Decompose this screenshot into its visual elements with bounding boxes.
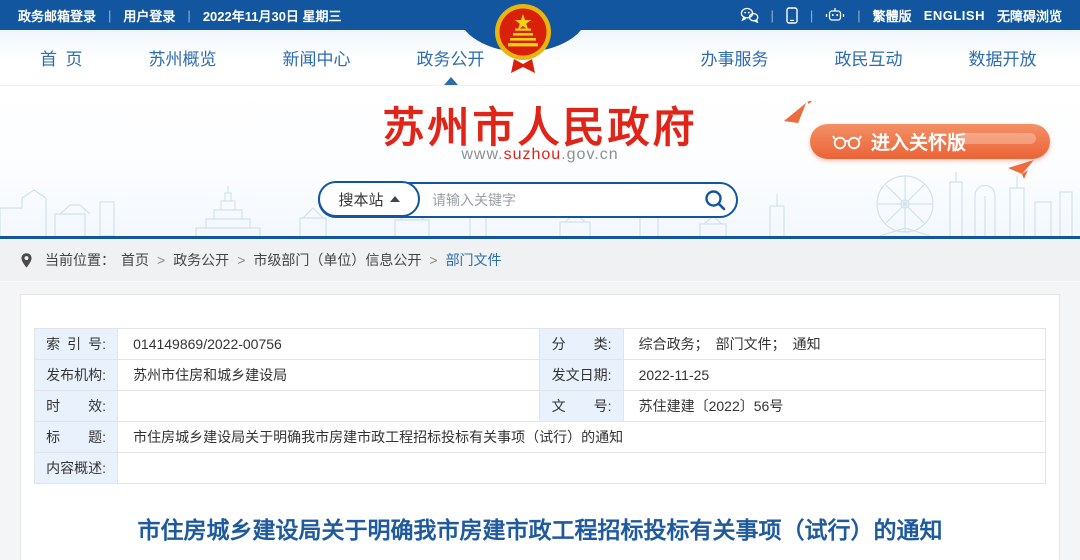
nav-item-news[interactable]: 新闻中心 <box>283 45 351 70</box>
breadcrumb-separator: > <box>157 252 165 268</box>
url-suffix: .gov.cn <box>561 146 618 163</box>
breadcrumb-separator: > <box>429 252 437 268</box>
table-row: 内容概述: <box>35 453 1046 484</box>
site-banner: 苏州市人民政府 www.suzhou.gov.cn 搜本站 <box>0 86 1080 239</box>
topbar-separator: | <box>187 8 190 23</box>
location-pin-icon <box>20 252 33 269</box>
nav-item-label: 政务公开 <box>417 50 485 69</box>
document-card: 索 引 号: 014149869/2022-00756 分 类: 综合政务； 部… <box>20 294 1060 560</box>
table-row: 标 题: 市住房城乡建设局关于明确我市房建市政工程招标投标有关事项（试行）的通知 <box>35 422 1046 453</box>
care-version-button[interactable]: 进入关怀版 <box>810 124 1050 159</box>
url-prefix: www. <box>461 146 503 163</box>
index-number-label: 索 引 号: <box>35 329 118 360</box>
title-label: 标 题: <box>35 422 118 453</box>
doc-number-value: 苏住建建〔2022〕56号 <box>623 391 1045 422</box>
english-version-link[interactable]: ENGLISH <box>924 8 985 23</box>
breadcrumb-label: 当前位置： <box>45 250 115 270</box>
nav-item-gov-affairs[interactable]: 政务公开 <box>417 45 485 70</box>
accessibility-link[interactable]: 无障碍浏览 <box>997 6 1062 25</box>
paper-plane-decoration-icon <box>1002 158 1036 180</box>
glasses-icon <box>832 133 862 150</box>
breadcrumb: 当前位置： 首页 > 政务公开 > 市级部门（单位）信息公开 > 部门文件 <box>0 239 1080 282</box>
table-row: 索 引 号: 014149869/2022-00756 分 类: 综合政务； 部… <box>35 329 1046 360</box>
title-value: 市住房城乡建设局关于明确我市房建市政工程招标投标有关事项（试行）的通知 <box>118 422 1046 453</box>
user-login-link[interactable]: 用户登录 <box>123 6 175 25</box>
effective-period-label: 时 效: <box>35 391 118 422</box>
category-value: 综合政务； 部门文件； 通知 <box>623 329 1045 360</box>
nav-item-open-data[interactable]: 数据开放 <box>969 45 1037 70</box>
breadcrumb-dept-info[interactable]: 市级部门（单位）信息公开 <box>253 250 421 270</box>
effective-period-value <box>118 391 540 422</box>
document-meta-table: 索 引 号: 014149869/2022-00756 分 类: 综合政务； 部… <box>34 328 1046 484</box>
issuing-agency-label: 发布机构: <box>35 360 118 391</box>
issue-date-value: 2022-11-25 <box>623 360 1045 391</box>
breadcrumb-home[interactable]: 首页 <box>121 250 149 270</box>
summary-label: 内容概述: <box>35 453 118 484</box>
topbar-right-group: | | | 繁體版 ENGLISH 无障碍浏览 <box>740 6 1063 25</box>
mobile-icon[interactable] <box>786 7 798 24</box>
topbar-separator: | <box>108 8 111 23</box>
search-button[interactable] <box>703 188 727 212</box>
topbar-separator: | <box>810 8 813 23</box>
topbar-left-group: 政务邮箱登录 | 用户登录 | 2022年11月30日 星期三 <box>18 6 342 25</box>
nav-item-home[interactable]: 首 页 <box>40 45 83 70</box>
mail-login-link[interactable]: 政务邮箱登录 <box>18 6 96 25</box>
search-input[interactable] <box>420 192 703 208</box>
table-row: 时 效: 文 号: 苏住建建〔2022〕56号 <box>35 391 1046 422</box>
site-header: 政务邮箱登录 | 用户登录 | 2022年11月30日 星期三 | | <box>0 0 1080 239</box>
table-row: 发布机构: 苏州市住房和城乡建设局 发文日期: 2022-11-25 <box>35 360 1046 391</box>
article-title: 市住房城乡建设局关于明确我市房建市政工程招标投标有关事项（试行）的通知 <box>34 511 1046 545</box>
summary-value <box>118 453 1046 484</box>
paper-plane-decoration-icon <box>782 101 812 127</box>
care-version-label: 进入关怀版 <box>871 128 966 155</box>
breadcrumb-dept-documents[interactable]: 部门文件 <box>446 250 502 270</box>
wechat-icon[interactable] <box>740 7 759 23</box>
doc-number-label: 文 号: <box>540 391 623 422</box>
index-number-value: 014149869/2022-00756 <box>118 329 540 360</box>
breadcrumb-gov-affairs[interactable]: 政务公开 <box>173 250 229 270</box>
breadcrumb-separator: > <box>237 252 245 268</box>
nav-item-overview[interactable]: 苏州概览 <box>149 45 217 70</box>
category-label: 分 类: <box>540 329 623 360</box>
nav-item-interaction[interactable]: 政民互动 <box>835 45 903 70</box>
robot-icon[interactable] <box>825 7 845 23</box>
traditional-version-link[interactable]: 繁體版 <box>873 6 912 25</box>
caret-up-icon <box>390 196 400 202</box>
page-content: 索 引 号: 014149869/2022-00756 分 类: 综合政务； 部… <box>0 282 1080 560</box>
issue-date-label: 发文日期: <box>540 360 623 391</box>
active-nav-caret-icon <box>444 77 458 85</box>
site-search: 搜本站 <box>318 182 738 218</box>
topbar-separator: | <box>771 8 774 23</box>
nav-item-services[interactable]: 办事服务 <box>701 45 769 70</box>
topbar-separator: | <box>857 8 860 23</box>
search-scope-dropdown[interactable]: 搜本站 <box>318 181 420 217</box>
search-icon <box>703 188 727 212</box>
national-emblem-icon <box>494 3 552 79</box>
url-domain: suzhou <box>504 146 562 163</box>
current-date: 2022年11月30日 星期三 <box>203 6 342 25</box>
issuing-agency-value: 苏州市住房和城乡建设局 <box>118 360 540 391</box>
search-scope-label: 搜本站 <box>338 189 383 210</box>
